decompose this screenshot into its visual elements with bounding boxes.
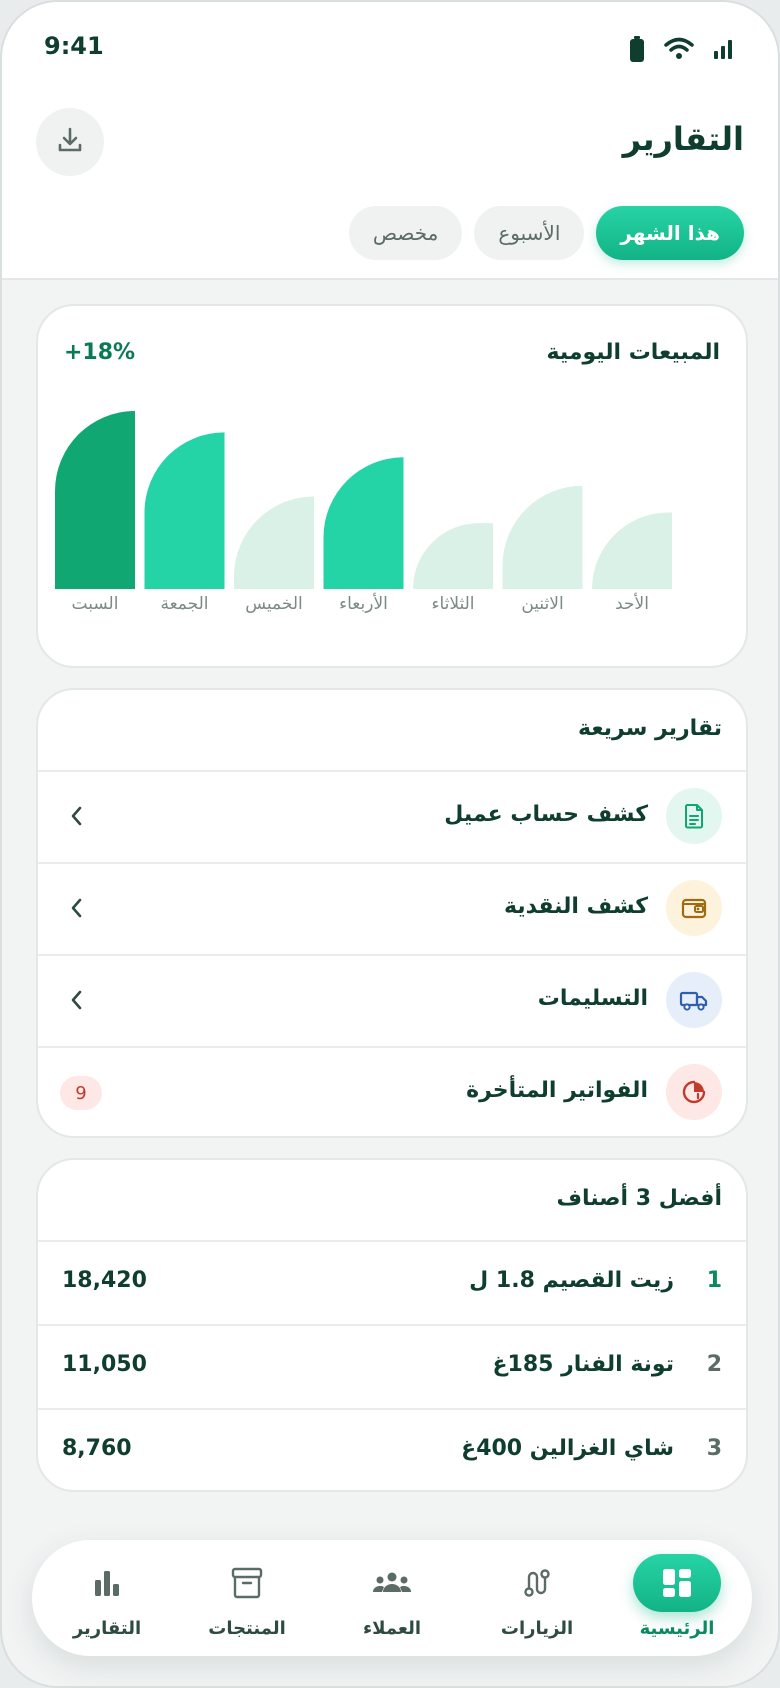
quick-report-cash-statement[interactable]: كشف النقدية <box>38 862 746 954</box>
top-header-area: 9:41 التقارير هذا الشهر الأسبوع مخصص <box>2 2 778 280</box>
product-amount: 11,050 <box>62 1352 147 1377</box>
daily-sales-card: المبيعات اليومية +18% الأحد الاثنين الثلاث… <box>36 304 748 668</box>
chart-bar <box>234 496 314 589</box>
quick-report-overdue-invoices[interactable]: الفواتير المتأخرة 9 <box>38 1046 746 1136</box>
users-icon <box>348 1554 436 1612</box>
quick-report-label: التسليمات <box>537 986 648 1011</box>
chart-bar <box>592 512 672 589</box>
nav-label: التقارير <box>72 1618 142 1639</box>
quick-report-label: كشف حساب عميل <box>444 802 648 827</box>
quick-report-label: كشف النقدية <box>504 894 648 919</box>
table-row[interactable]: 3 شاي الغزالين 400غ 8,760 <box>38 1408 746 1490</box>
period-tabs: هذا الشهر الأسبوع مخصص <box>348 206 744 260</box>
daily-sales-chart: الأحد الاثنين الثلاثاء الأربعاء الخميس الجمعة… <box>55 411 672 614</box>
chart-bar <box>413 523 493 589</box>
tab-this-month[interactable]: هذا الشهر <box>596 206 744 260</box>
table-row[interactable]: 2 تونة الفنار 185غ 11,050 <box>38 1324 746 1408</box>
archive-box-icon <box>203 1554 291 1612</box>
wifi-icon <box>664 37 694 65</box>
nav-label: المنتجات <box>208 1618 286 1639</box>
product-rank: 3 <box>706 1436 722 1461</box>
table-row[interactable]: 1 زيت القصيم 1.8 ل 18,420 <box>38 1240 746 1324</box>
chart-category-label: الأربعاء <box>339 593 388 614</box>
battery-icon <box>630 36 644 66</box>
chevron-left-icon <box>64 802 88 830</box>
tab-custom[interactable]: مخصص <box>348 206 463 260</box>
chart-category-label: السبت <box>72 594 119 614</box>
quick-report-deliveries[interactable]: التسليمات <box>38 954 746 1046</box>
nav-home[interactable]: الرئيسية <box>612 1540 742 1656</box>
nav-label: الرئيسية <box>639 1618 715 1639</box>
overdue-clock-icon <box>666 1064 722 1120</box>
status-icons <box>630 36 732 66</box>
chart-bar <box>55 411 135 589</box>
status-bar: 9:41 <box>42 30 738 70</box>
bar-chart-icon <box>63 1554 151 1612</box>
product-amount: 8,760 <box>62 1436 132 1461</box>
dashboard-icon <box>633 1554 721 1612</box>
top-products-card: أفضل 3 أصناف 1 زيت القصيم 1.8 ل 18,420 2… <box>36 1158 748 1492</box>
top-products-title: أفضل 3 أصناف <box>556 1186 723 1211</box>
status-time: 9:41 <box>44 32 104 60</box>
chart-category-label: الأحد <box>615 593 649 614</box>
chart-category-label: الثلاثاء <box>431 594 474 614</box>
tab-week[interactable]: الأسبوع <box>474 206 585 260</box>
quick-reports-title: تقارير سريعة <box>578 716 722 741</box>
wallet-icon <box>666 880 722 936</box>
nav-products[interactable]: المنتجات <box>182 1540 312 1656</box>
product-rank: 1 <box>706 1268 722 1293</box>
quick-report-label: الفواتير المتأخرة <box>466 1078 648 1103</box>
nav-label: الزيارات <box>500 1618 574 1639</box>
route-icon <box>493 1554 581 1612</box>
quick-reports-card: تقارير سريعة كشف حساب عميل كشف النقدية ا… <box>36 688 748 1138</box>
bottom-navigation: الرئيسية الزيارات العملاء المنتجات التقا… <box>32 1540 752 1656</box>
quick-report-customer-statement[interactable]: كشف حساب عميل <box>38 770 746 862</box>
chart-bar <box>144 432 225 589</box>
chevron-left-icon <box>64 986 88 1014</box>
truck-icon <box>666 972 722 1028</box>
nav-label: العملاء <box>362 1618 422 1639</box>
chart-category-label: الجمعة <box>160 594 208 614</box>
download-button[interactable] <box>36 108 104 176</box>
product-amount: 18,420 <box>62 1268 147 1293</box>
overdue-count-badge: 9 <box>60 1076 102 1110</box>
page-title: التقارير <box>622 120 744 158</box>
cellular-signal-icon <box>714 39 732 63</box>
product-name: شاي الغزالين 400غ <box>461 1436 674 1461</box>
chevron-left-icon <box>64 894 88 922</box>
chart-category-label: الاثنين <box>521 594 563 614</box>
download-icon <box>56 126 84 158</box>
nav-customers[interactable]: العملاء <box>327 1540 457 1656</box>
document-icon <box>666 788 722 844</box>
chart-bar <box>323 457 404 589</box>
nav-reports[interactable]: التقارير <box>42 1540 172 1656</box>
product-rank: 2 <box>706 1352 722 1377</box>
product-name: زيت القصيم 1.8 ل <box>469 1268 674 1293</box>
phone-frame: 9:41 التقارير هذا الشهر الأسبوع مخصص الم… <box>0 0 780 1688</box>
chart-bar <box>502 485 583 589</box>
nav-visits[interactable]: الزيارات <box>472 1540 602 1656</box>
product-name: تونة الفنار 185غ <box>492 1352 675 1377</box>
chart-category-label: الخميس <box>245 594 303 614</box>
